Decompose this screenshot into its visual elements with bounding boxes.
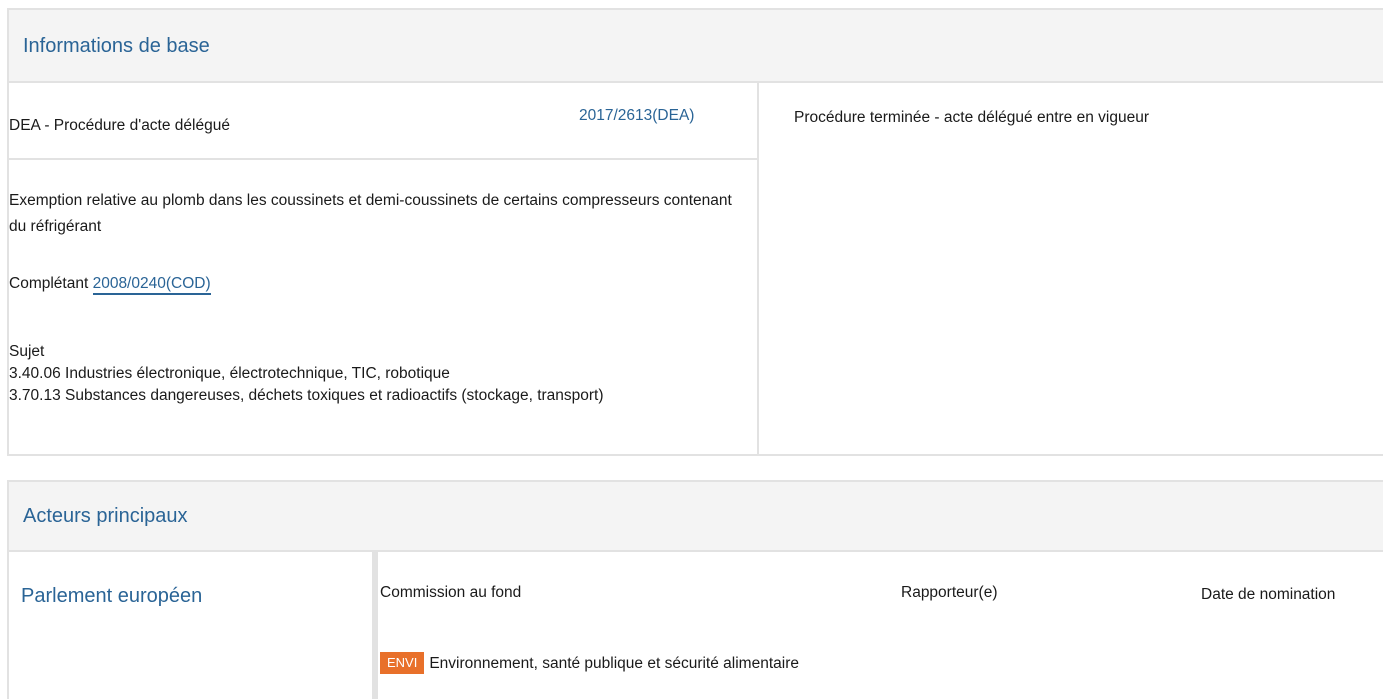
completant-label: Complétant — [9, 275, 89, 292]
basic-info-header: Informations de base — [9, 10, 1383, 83]
subject-item: 3.40.06 Industries électronique, électro… — [9, 365, 450, 382]
completant-link[interactable]: 2008/0240(COD) — [92, 275, 211, 295]
column-header-rapporteur: Rapporteur(e) — [901, 584, 998, 601]
institution-name: Parlement européen — [21, 585, 203, 607]
committee-name: Environnement, santé publique et sécurit… — [429, 655, 799, 672]
committee-badge[interactable]: ENVI — [380, 652, 425, 674]
committee-column-divider — [372, 550, 378, 699]
column-header-committee: Commission au fond — [380, 584, 522, 601]
committee-entry: ENVI Environnement, santé publique et séc… — [380, 651, 890, 677]
procedure-details: DEA - Procédure d'acte délégué 2017/2613… — [9, 83, 759, 454]
subject-label: Sujet — [9, 343, 45, 360]
key-players-title: Acteurs principaux — [23, 505, 188, 527]
procedure-type: DEA - Procédure d'acte délégué — [9, 117, 230, 134]
procedure-description: Exemption relative au plomb dans les cou… — [9, 192, 732, 235]
completant-line: Complétant 2008/0240(COD) — [9, 275, 211, 295]
basic-info-panel: Informations de base DEA - Procédure d'a… — [7, 8, 1383, 456]
basic-info-title: Informations de base — [23, 35, 210, 57]
column-header-date: Date de nomination — [1201, 586, 1336, 603]
procedure-reference-link[interactable]: 2017/2613(DEA) — [579, 107, 694, 125]
key-players-header: Acteurs principaux — [9, 482, 1383, 552]
subject-block: Sujet 3.40.06 Industries électronique, é… — [9, 341, 759, 407]
procedure-row: DEA - Procédure d'acte délégué 2017/2613… — [9, 83, 757, 160]
subject-item: 3.70.13 Substances dangereuses, déchets … — [9, 387, 604, 404]
procedure-status: Procédure terminée - acte délégué entre … — [794, 109, 1149, 126]
